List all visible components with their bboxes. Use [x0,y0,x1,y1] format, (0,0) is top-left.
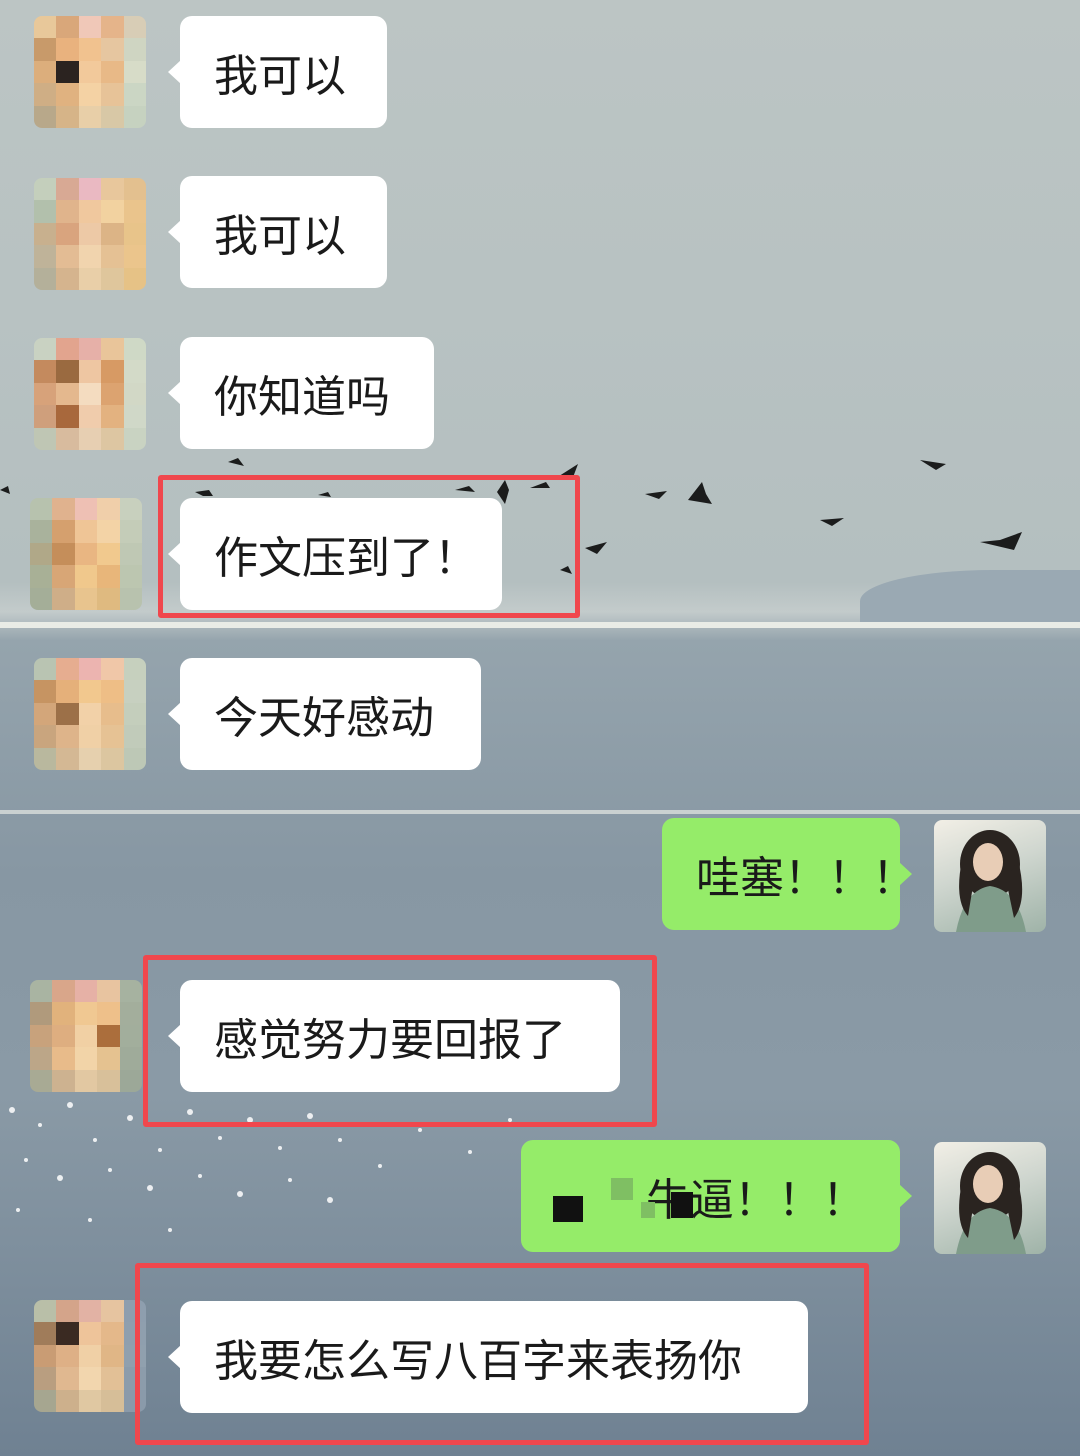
my-avatar[interactable] [934,820,1046,932]
water-line [0,810,1080,814]
contact-avatar[interactable] [30,498,142,610]
message-bubble[interactable]: 我可以 [168,176,387,288]
highlight-box [135,1263,869,1445]
message-bubble[interactable]: 你知道吗 [168,337,434,449]
contact-avatar[interactable] [30,980,142,1092]
message-text: 哇塞！！！ [696,853,916,904]
contact-avatar[interactable] [34,1300,146,1412]
contact-avatar[interactable] [34,658,146,770]
message-text: 今天好感动 [214,693,434,744]
redacted-block [641,1202,655,1218]
my-message-bubble[interactable]: 牛逼！！！ [521,1140,912,1252]
message-bubble[interactable]: 我可以 [168,16,387,128]
my-message-bubble[interactable]: 哇塞！！！ [662,818,916,930]
portrait-avatar-icon [956,1152,1026,1254]
message-text: 我可以 [214,211,346,262]
message-text: 我可以 [214,51,346,102]
contact-avatar[interactable] [34,178,146,290]
redacted-block [611,1178,633,1200]
message-bubble[interactable]: 今天好感动 [168,658,481,770]
redacted-block [553,1196,583,1222]
contact-avatar[interactable] [34,16,146,128]
redacted-block [671,1192,693,1218]
message-text: 你知道吗 [214,372,390,423]
highlight-box [158,475,580,618]
horizon-line [0,622,1080,628]
portrait-avatar-icon [956,830,1026,932]
my-avatar[interactable] [934,1142,1046,1254]
contact-avatar[interactable] [34,338,146,450]
highlight-box [143,955,657,1127]
